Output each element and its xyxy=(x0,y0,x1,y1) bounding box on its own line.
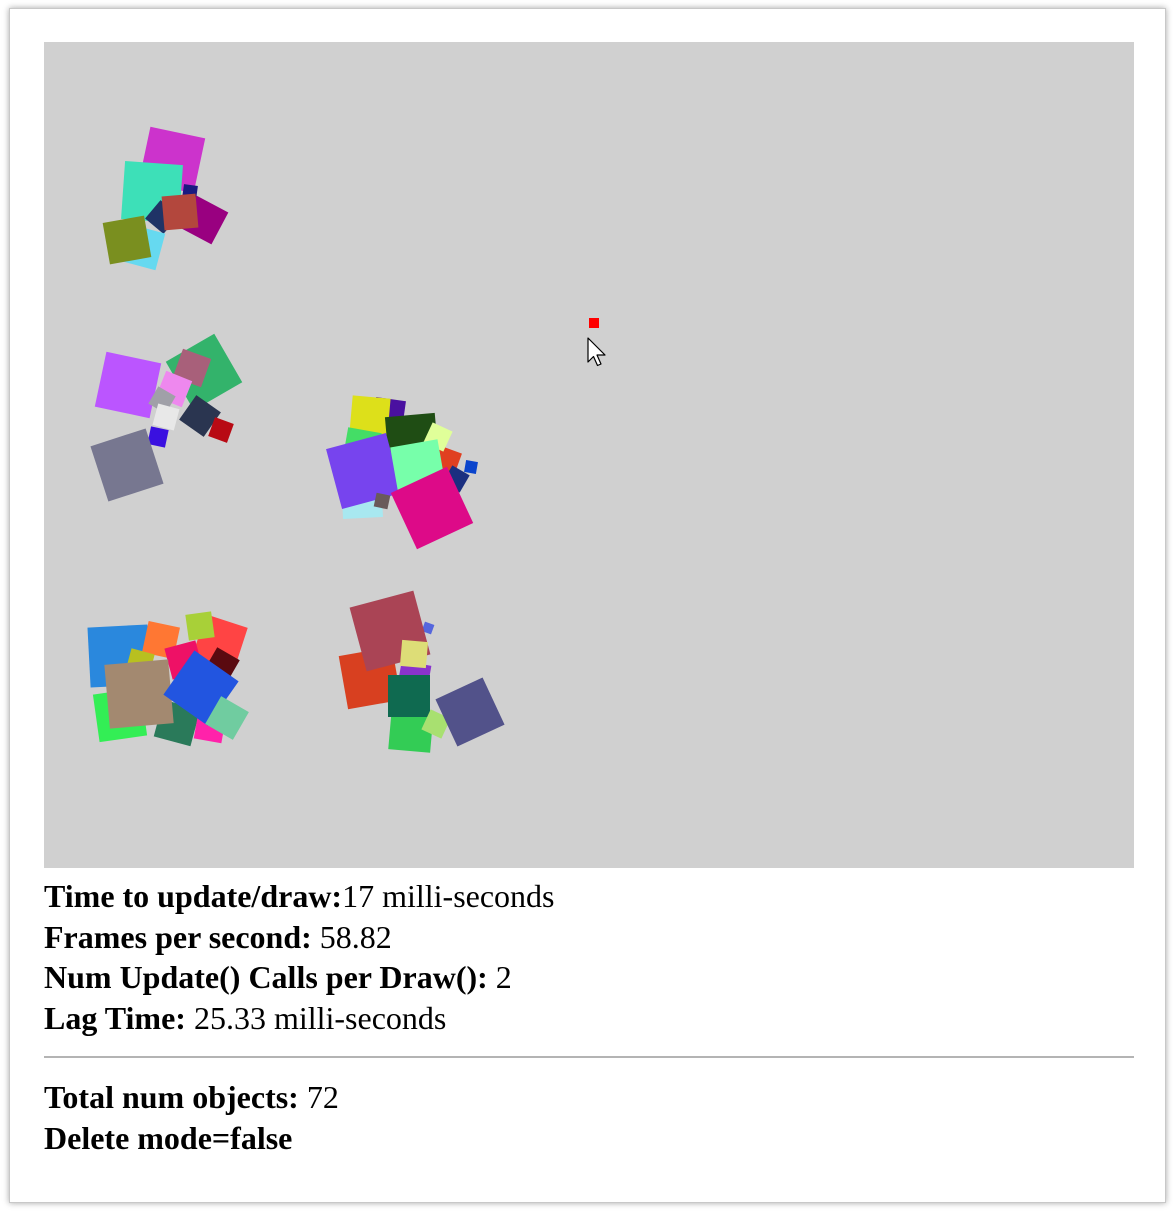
total-objects-label: Total num objects: xyxy=(44,1079,299,1115)
fps-value: 58.82 xyxy=(311,918,392,955)
mouse-pointer-icon xyxy=(587,337,606,367)
total-objects-line: Total num objects: 72 xyxy=(44,1077,1134,1118)
game-object-square[interactable] xyxy=(399,639,429,669)
update-draw-line: Time to update/draw:17 milli-seconds xyxy=(44,876,1134,917)
fps-label: Frames per second: xyxy=(44,918,312,955)
scene-svg xyxy=(87,126,606,753)
lag-time-value: 25.33 milli-seconds xyxy=(185,999,447,1036)
game-object-square[interactable] xyxy=(102,215,152,265)
cluster-bottom-left[interactable] xyxy=(87,611,249,747)
game-object-square[interactable] xyxy=(185,611,215,641)
stats-panel: Time to update/draw:17 milli-seconds Fra… xyxy=(44,876,1134,1038)
cluster-top-left[interactable] xyxy=(102,126,229,271)
divider xyxy=(44,1056,1134,1058)
game-object-square[interactable] xyxy=(104,659,174,729)
num-update-label: Num Update() Calls per Draw(): xyxy=(44,959,488,995)
update-draw-value: 17 milli-seconds xyxy=(342,878,555,914)
total-objects-value: 72 xyxy=(298,1079,339,1115)
num-update-value: 2 xyxy=(487,959,512,995)
object-stats-panel: Total num objects: 72 Delete mode=false xyxy=(44,1077,1134,1158)
hero-square[interactable] xyxy=(589,318,599,328)
cluster-bottom-center[interactable] xyxy=(338,590,505,753)
game-object-square[interactable] xyxy=(435,677,505,747)
game-object-square[interactable] xyxy=(161,193,199,231)
delete-mode-label: Delete mode=false xyxy=(44,1119,293,1156)
delete-mode-line: Delete mode=false xyxy=(44,1118,1134,1159)
fps-line: Frames per second: 58.82 xyxy=(44,917,1134,958)
game-object-square[interactable] xyxy=(94,351,162,419)
num-update-line: Num Update() Calls per Draw(): 2 xyxy=(44,957,1134,998)
game-object-square[interactable] xyxy=(373,492,391,510)
cluster-center[interactable] xyxy=(326,395,478,550)
cluster-middle-left[interactable] xyxy=(90,333,243,502)
lag-time-line: Lag Time: 25.33 milli-seconds xyxy=(44,998,1134,1039)
game-object-square[interactable] xyxy=(388,675,430,717)
game-canvas[interactable] xyxy=(44,42,1134,868)
game-object-square[interactable] xyxy=(464,460,478,474)
update-draw-label: Time to update/draw: xyxy=(44,878,343,914)
lag-time-label: Lag Time: xyxy=(44,999,186,1036)
